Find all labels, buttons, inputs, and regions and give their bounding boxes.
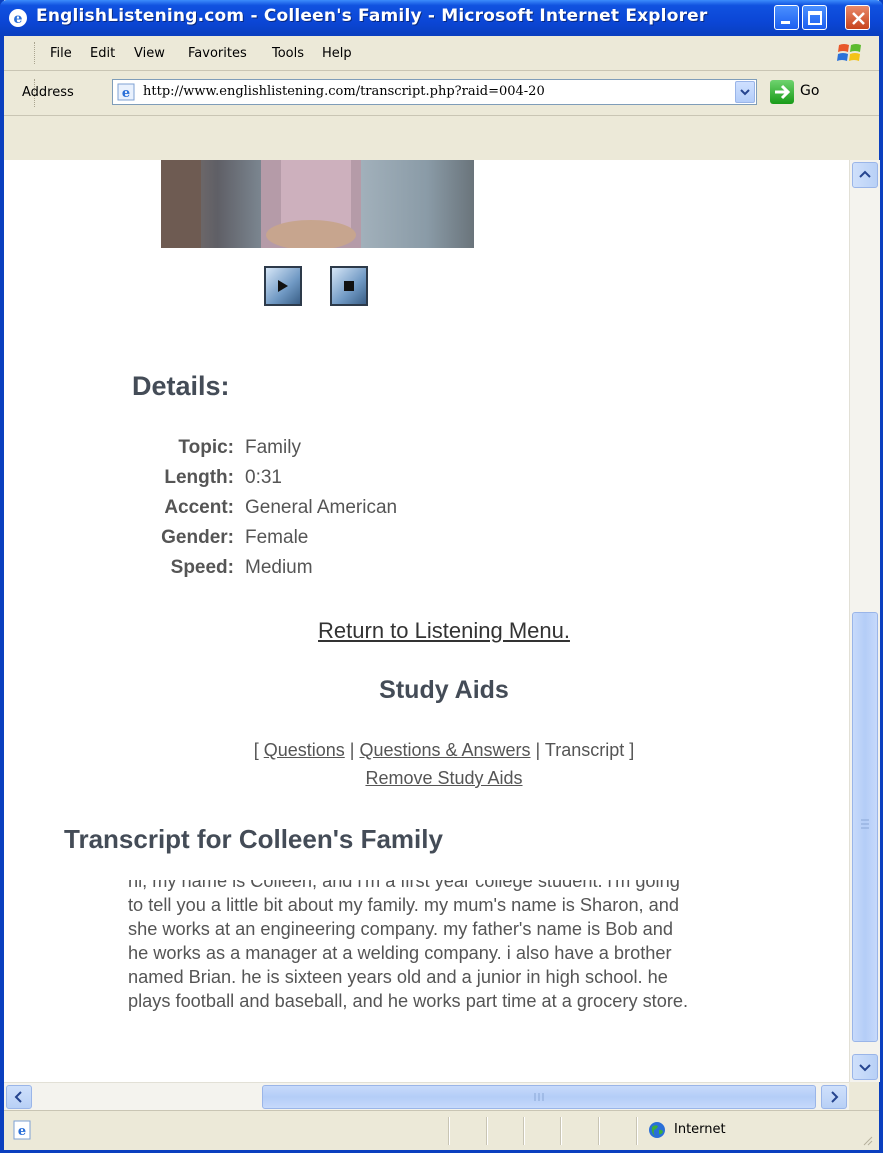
scroll-left-button[interactable]	[6, 1085, 32, 1109]
go-arrow-icon	[770, 80, 794, 104]
page-status-icon: e	[13, 1120, 31, 1140]
menu-bar: File Edit View Favorites Tools Help	[4, 36, 879, 71]
menu-help[interactable]: Help	[322, 46, 352, 61]
speaker-photo	[161, 160, 474, 248]
remove-study-aids-link[interactable]: Remove Study Aids	[4, 768, 849, 789]
windows-logo-icon	[837, 44, 861, 61]
status-divider	[598, 1117, 600, 1145]
status-bar: e Internet	[4, 1110, 879, 1150]
detail-value: Female	[245, 527, 309, 548]
resize-grip-icon[interactable]	[860, 1133, 874, 1147]
address-input[interactable]: e http://www.englishlistening.com/transc…	[112, 79, 757, 105]
vertical-scrollbar[interactable]	[849, 160, 880, 1082]
questions-link[interactable]: Questions	[264, 740, 345, 760]
go-label: Go	[800, 83, 820, 99]
transcript-line: he works as a manager at a welding compa…	[128, 943, 672, 963]
detail-label: Length:	[164, 467, 234, 488]
scroll-right-button[interactable]	[821, 1085, 847, 1109]
chevron-up-icon	[859, 170, 871, 178]
menu-favorites[interactable]: Favorites	[188, 46, 247, 61]
transcript-heading: Transcript for Colleen's Family	[64, 824, 443, 854]
scrollbar-corner	[849, 1082, 879, 1110]
detail-label: Gender:	[161, 527, 234, 548]
globe-icon	[649, 1122, 665, 1138]
go-button[interactable]: Go	[770, 80, 840, 104]
ie-logo-icon: e	[9, 9, 27, 27]
status-divider	[636, 1117, 638, 1145]
menu-file[interactable]: File	[50, 46, 72, 61]
transcript-line: hi, my name is Colleen, and i'm a first …	[128, 880, 680, 891]
status-divider	[560, 1117, 562, 1145]
chevron-down-icon	[740, 89, 750, 96]
detail-value: General American	[245, 497, 398, 518]
detail-value: Family	[245, 437, 301, 458]
details-heading: Details:	[132, 371, 230, 399]
photo-image	[161, 160, 361, 248]
chevron-right-icon	[831, 1091, 839, 1103]
scroll-down-button[interactable]	[852, 1054, 878, 1080]
chevron-down-icon	[859, 1064, 871, 1072]
transcript-line: she works at an engineering company. my …	[128, 919, 674, 939]
study-aids-links: [ Questions | Questions & Answers | Tran…	[253, 740, 635, 760]
menu-tools[interactable]: Tools	[272, 46, 304, 61]
play-button[interactable]	[264, 266, 302, 306]
address-bar: Address e http://www.englishlistening.co…	[4, 71, 879, 116]
transcript-line: named Brian. he is sixteen years old and…	[128, 967, 668, 987]
detail-label: Topic:	[178, 437, 234, 458]
security-zone-label: Internet	[674, 1122, 726, 1137]
page-content: Details: Topic: Family Length: 0:31 Acce…	[4, 160, 849, 1082]
menu-view[interactable]: View	[134, 46, 165, 61]
stop-button[interactable]	[330, 266, 368, 306]
close-icon	[852, 12, 865, 25]
detail-label: Speed:	[170, 557, 234, 578]
chevron-left-icon	[14, 1091, 22, 1103]
svg-text:e: e	[122, 86, 130, 101]
maximize-icon	[808, 11, 822, 25]
detail-value: 0:31	[245, 467, 282, 488]
window-title: EnglishListening.com - Colleen's Family …	[36, 6, 708, 26]
minimize-icon	[781, 21, 790, 24]
minimize-button[interactable]	[774, 5, 799, 30]
return-menu-link[interactable]: Return to Listening Menu.	[4, 618, 849, 644]
svg-text:e: e	[14, 11, 23, 27]
detail-label: Accent:	[164, 497, 234, 518]
status-divider	[448, 1117, 450, 1145]
address-url[interactable]: http://www.englishlistening.com/transcri…	[143, 84, 545, 99]
scroll-up-button[interactable]	[852, 162, 878, 188]
address-label: Address	[22, 85, 74, 100]
grip-lines-icon	[861, 819, 869, 829]
questions-answers-link[interactable]: Questions & Answers	[359, 740, 530, 760]
grip-lines-icon	[534, 1093, 544, 1101]
browser-window: e EnglishListening.com - Colleen's Famil…	[0, 0, 883, 1153]
stop-icon	[344, 281, 354, 291]
transcript-label: Transcript	[544, 740, 625, 760]
transcript-body: hi, my name is Colleen, and i'm a first …	[128, 880, 768, 1080]
horizontal-scrollbar[interactable]	[4, 1082, 849, 1111]
maximize-button[interactable]	[802, 5, 827, 30]
transcript-line: plays football and baseball, and he work…	[128, 991, 689, 1011]
detail-value: Medium	[245, 557, 313, 578]
status-divider	[486, 1117, 488, 1145]
status-divider	[523, 1117, 525, 1145]
address-dropdown-button[interactable]	[735, 81, 755, 103]
close-button[interactable]	[845, 5, 870, 30]
menu-edit[interactable]: Edit	[90, 46, 115, 61]
transcript-line: to tell you a little bit about my family…	[128, 895, 680, 915]
svg-text:e: e	[18, 1124, 26, 1139]
play-icon	[278, 280, 288, 292]
page-icon: e	[117, 83, 135, 101]
horizontal-scroll-thumb[interactable]	[262, 1085, 816, 1109]
title-bar[interactable]: e EnglishListening.com - Colleen's Famil…	[0, 0, 883, 36]
toolbar-grip[interactable]	[34, 42, 37, 64]
vertical-scroll-thumb[interactable]	[852, 612, 878, 1042]
study-aids-heading: Study Aids	[379, 676, 509, 704]
